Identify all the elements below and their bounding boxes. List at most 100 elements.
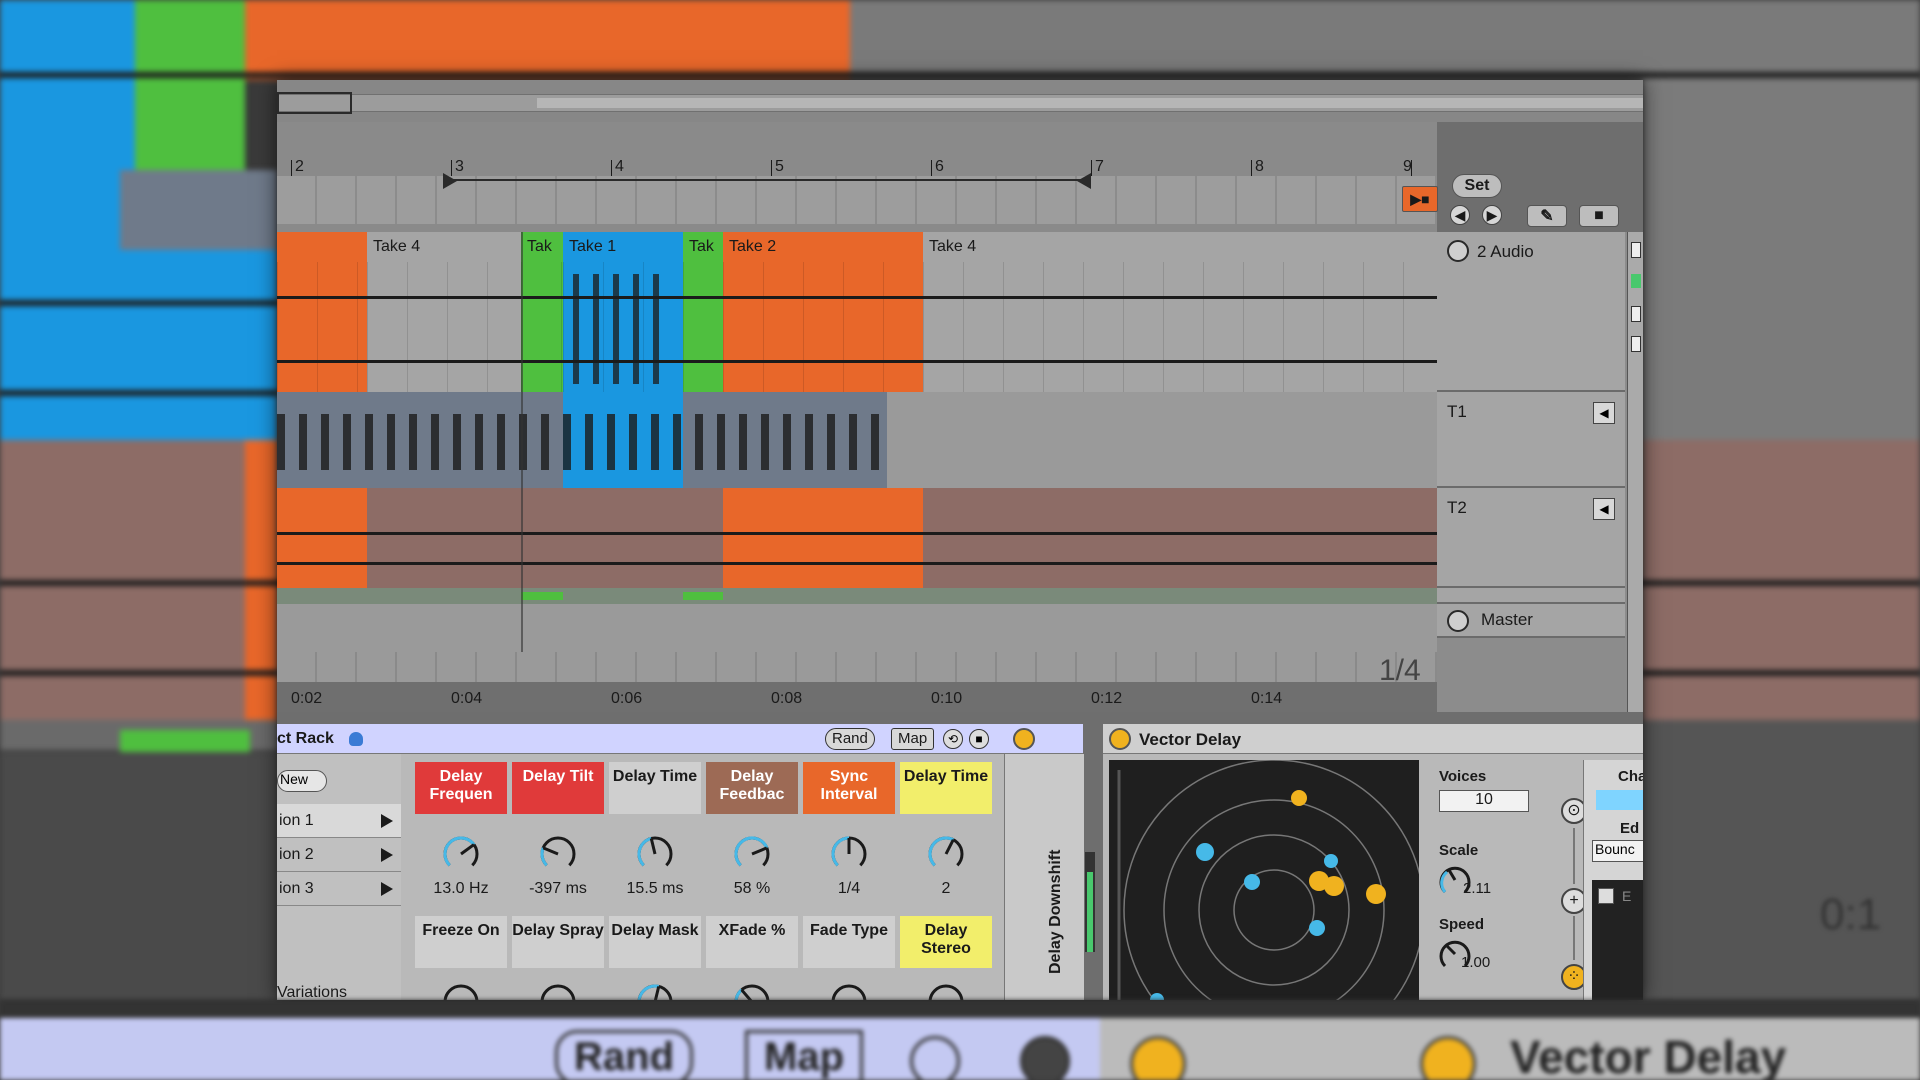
variation-label: ion 1 <box>279 812 314 829</box>
track-name: T2 <box>1447 498 1467 517</box>
macro-dial[interactable] <box>538 982 578 1000</box>
track-header-master[interactable]: Master <box>1437 604 1625 638</box>
draw-mode-button[interactable]: ✎ <box>1527 205 1567 227</box>
macro-dial[interactable] <box>441 834 481 874</box>
new-variation-button[interactable]: New <box>277 770 327 792</box>
lock-button[interactable]: ■ <box>1579 205 1619 227</box>
chain-name: Delay Downshift <box>1047 849 1064 974</box>
audio-clip[interactable]: Take 4 <box>923 232 1437 392</box>
voices-label: Voices <box>1439 768 1487 785</box>
macro-dial[interactable] <box>926 982 966 1000</box>
speaker-icon[interactable]: ◀ <box>1593 498 1615 520</box>
macro-knob-11[interactable]: Fade Type <box>803 916 895 1000</box>
take-lane-t1[interactable] <box>277 392 1437 488</box>
macro-dial[interactable] <box>926 834 966 874</box>
track-header-audio[interactable]: 2 Audio <box>1437 232 1625 392</box>
device-activator-icon[interactable] <box>1109 728 1131 750</box>
follow-button[interactable]: ▶■ <box>1402 186 1438 212</box>
audio-clip[interactable]: Tak <box>521 232 563 392</box>
take-region[interactable] <box>683 592 723 600</box>
arrangement-view[interactable]: Take 4 Tak Take 1 Tak Take 2 Take 4 <box>277 232 1437 652</box>
audio-clip[interactable]: Tak <box>683 232 723 392</box>
set-locator-button[interactable]: Set <box>1452 174 1502 198</box>
master-play-icon[interactable] <box>1447 610 1469 632</box>
macro-dial[interactable] <box>732 834 772 874</box>
vector-delay-title-bar[interactable]: Vector Delay <box>1103 724 1643 754</box>
track-header-t2[interactable]: T2 ◀ <box>1437 488 1625 588</box>
take-lane-t2[interactable] <box>277 488 1437 588</box>
vector-display[interactable] <box>1109 760 1419 1000</box>
track-button[interactable] <box>1631 242 1641 258</box>
macro-knob-5[interactable]: Sync Interval 1/4 <box>803 762 895 912</box>
scale-label: Scale <box>1439 842 1479 859</box>
take-lane-t3[interactable] <box>277 588 1437 604</box>
variation-item[interactable]: ion 3 <box>277 872 401 906</box>
speed-label: Speed <box>1439 916 1485 933</box>
macro-knob-10[interactable]: XFade % <box>706 916 798 1000</box>
device-activator-icon[interactable] <box>1013 728 1035 750</box>
macro-knob-12[interactable]: Delay Stereo <box>900 916 992 1000</box>
voices-field[interactable]: 10 <box>1439 790 1529 812</box>
variation-item[interactable]: ion 1 <box>277 804 401 838</box>
macro-dial[interactable] <box>829 982 869 1000</box>
prev-locator-icon[interactable]: ◀ <box>1450 205 1470 225</box>
macro-label: Delay Time <box>609 762 701 814</box>
macro-knob-3[interactable]: Delay Time 15.5 ms <box>609 762 701 912</box>
track-header-t3[interactable] <box>1437 588 1625 604</box>
overview-view-box[interactable] <box>277 92 352 114</box>
loop-brace[interactable] <box>443 173 1091 193</box>
macro-dial[interactable] <box>441 982 481 1000</box>
macro-dial[interactable] <box>732 982 772 1000</box>
track-button[interactable] <box>1631 306 1641 322</box>
time-label: 0:14 <box>1251 690 1283 707</box>
map-button[interactable]: Map <box>891 728 935 750</box>
channel-selector[interactable] <box>1596 790 1643 810</box>
play-icon[interactable] <box>381 814 393 828</box>
overview-bar[interactable] <box>277 80 1643 122</box>
macro-dial[interactable] <box>635 982 675 1000</box>
macro-knob-1[interactable]: Delay Frequen 13.0 Hz <box>415 762 507 912</box>
bar-tick <box>931 160 932 176</box>
hand-icon <box>349 732 363 746</box>
track-header-t1[interactable]: T1 ◀ <box>1437 392 1625 488</box>
track-button[interactable] <box>1631 336 1641 352</box>
take-lane-main: Take 4 Tak Take 1 Tak Take 2 Take 4 <box>277 232 1437 392</box>
macro-dial[interactable] <box>538 834 578 874</box>
macro-knob-4[interactable]: Delay Feedbac 58 % <box>706 762 798 912</box>
macro-dial[interactable] <box>829 834 869 874</box>
macro-label: Delay Mask <box>609 916 701 968</box>
play-icon[interactable] <box>381 882 393 896</box>
audio-clip[interactable] <box>277 232 367 392</box>
edge-label: Ed <box>1620 820 1640 837</box>
fold-toggle-icon[interactable] <box>1447 240 1469 262</box>
rack-title-bar[interactable]: ct Rack Rand Map ⟲ ■ <box>277 724 1083 754</box>
take-region[interactable] <box>521 592 563 600</box>
macro-knob-9[interactable]: Delay Mask <box>609 916 701 1000</box>
macro-knob-2[interactable]: Delay Tilt -397 ms <box>512 762 604 912</box>
take-region[interactable] <box>277 488 367 588</box>
variation-item[interactable]: ion 2 <box>277 838 401 872</box>
clip-name: Take 4 <box>929 238 977 255</box>
macro-value: 1/4 <box>837 880 861 897</box>
rand-button[interactable]: Rand <box>825 728 875 750</box>
time-ruler[interactable]: 0:02 0:04 0:06 0:08 0:10 0:12 0:14 1/4 <box>277 652 1437 712</box>
next-locator-icon[interactable]: ▶ <box>1482 205 1502 225</box>
audio-clip[interactable]: Take 4 <box>367 232 521 392</box>
bar-number: 8 <box>1255 158 1264 175</box>
speaker-icon[interactable]: ◀ <box>1593 402 1615 424</box>
variation-label: ion 3 <box>279 880 314 897</box>
enable-checkbox[interactable] <box>1598 888 1614 904</box>
save-preset-icon[interactable]: ■ <box>969 729 989 749</box>
enable-label: E <box>1622 888 1632 904</box>
macro-knob-7[interactable]: Freeze On <box>415 916 507 1000</box>
take-region[interactable] <box>723 488 923 588</box>
clip-name: Take 4 <box>373 238 421 255</box>
audio-clip[interactable]: Take 2 <box>723 232 923 392</box>
hot-swap-icon[interactable]: ⟲ <box>943 729 963 749</box>
edge-mode-dropdown[interactable]: Bounc <box>1592 840 1643 862</box>
time-label: 0:08 <box>771 690 803 707</box>
macro-knob-8[interactable]: Delay Spray <box>512 916 604 1000</box>
macro-knob-6[interactable]: Delay Time 2 <box>900 762 992 912</box>
play-icon[interactable] <box>381 848 393 862</box>
macro-dial[interactable] <box>635 834 675 874</box>
